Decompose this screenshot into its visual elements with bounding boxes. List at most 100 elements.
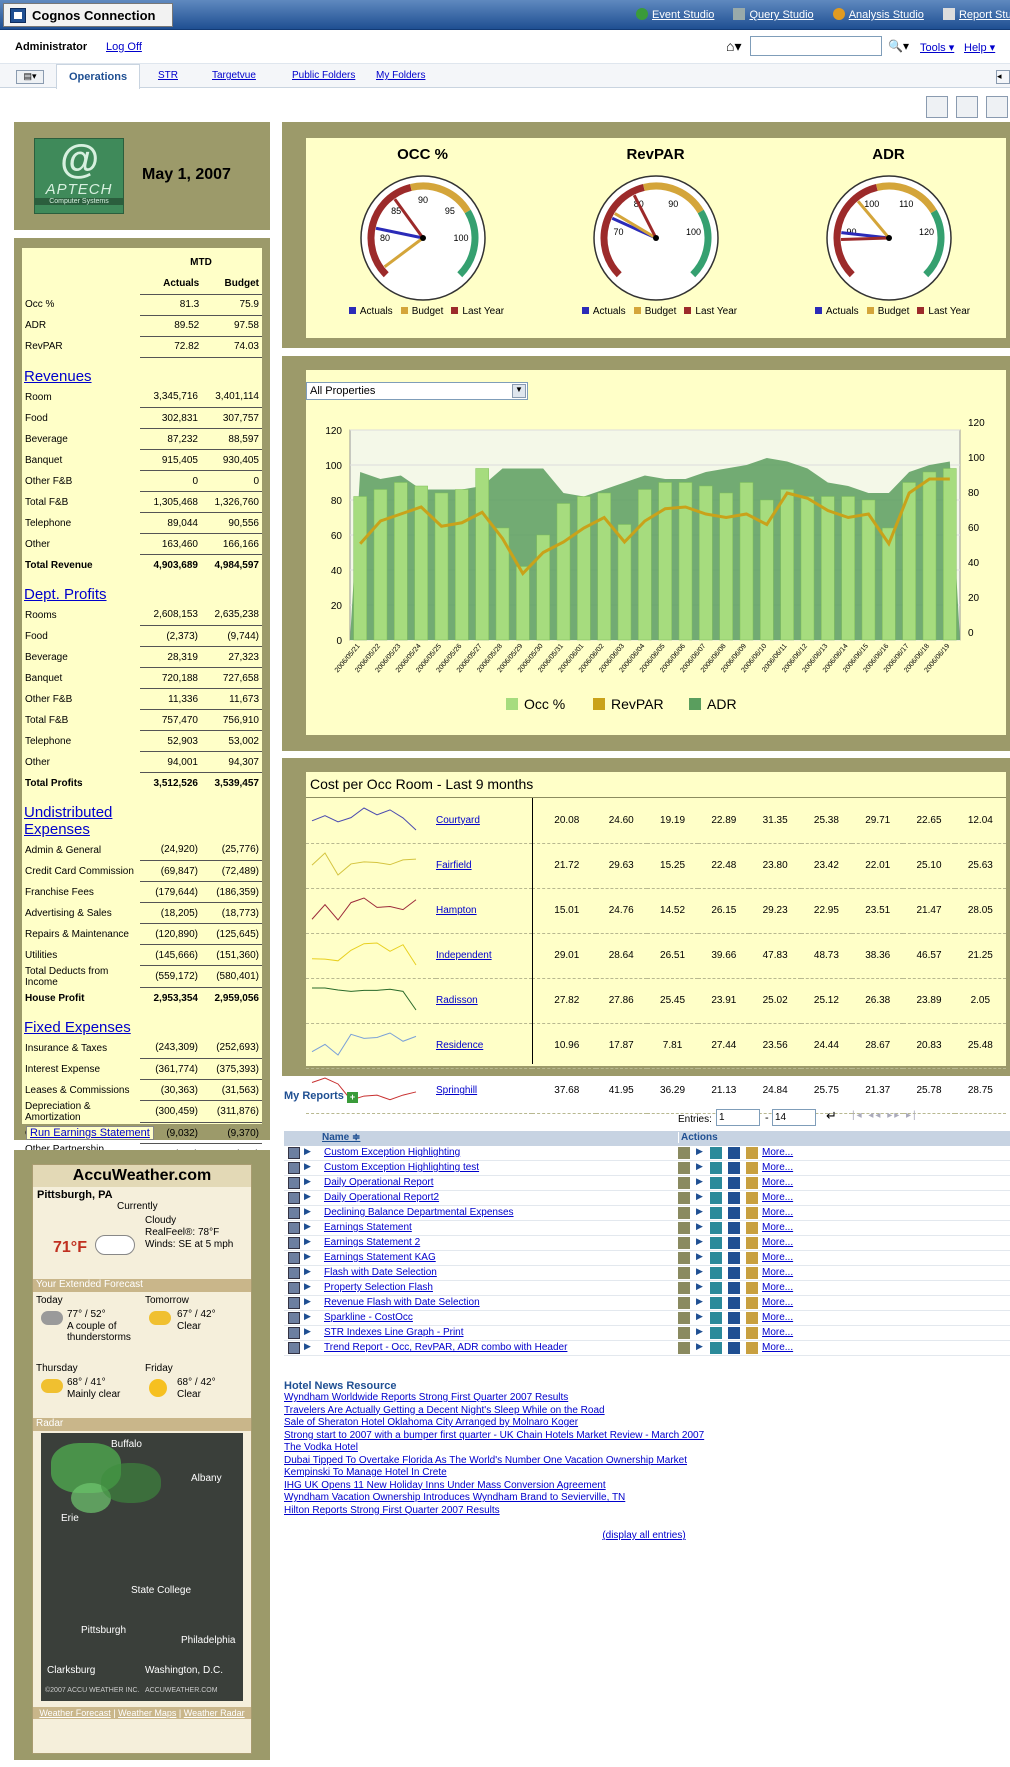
more-icon[interactable] xyxy=(746,1192,758,1204)
more-icon[interactable] xyxy=(746,1147,758,1159)
run-with-options-icon[interactable]: ▶ xyxy=(696,1296,703,1307)
report-studio-icon[interactable] xyxy=(710,1282,722,1294)
more-link[interactable]: More... xyxy=(762,1312,793,1323)
report-studio-icon[interactable] xyxy=(710,1177,722,1189)
name-column-header[interactable]: Name ≑ xyxy=(322,1132,360,1143)
pager-icons[interactable]: |◂ ◂◂ ▸▸ ▸| xyxy=(852,1110,1010,1126)
properties-icon[interactable] xyxy=(678,1297,690,1309)
tab-public-folders[interactable]: Public Folders xyxy=(292,70,355,81)
report-link[interactable]: Trend Report - Occ, RevPAR, ADR combo wi… xyxy=(324,1342,567,1353)
run-icon[interactable]: ▶ xyxy=(304,1311,311,1322)
scroll-left-icon[interactable]: ◂ xyxy=(996,70,1010,84)
report-link[interactable]: Sparkline - CostOcc xyxy=(324,1312,413,1323)
run-with-options-icon[interactable]: ▶ xyxy=(696,1161,703,1172)
more-link[interactable]: More... xyxy=(762,1162,793,1173)
report-link[interactable]: Daily Operational Report xyxy=(324,1177,434,1188)
query-studio-icon[interactable] xyxy=(728,1327,740,1339)
property-link[interactable]: Residence xyxy=(436,1040,483,1051)
properties-icon[interactable] xyxy=(678,1312,690,1324)
weather-maps-link[interactable]: Weather Maps xyxy=(118,1708,176,1718)
run-earnings-link[interactable]: Run Earnings Statement xyxy=(26,1126,154,1140)
property-select[interactable]: All Properties ▼ xyxy=(306,382,528,400)
report-studio-icon[interactable] xyxy=(710,1327,722,1339)
more-link[interactable]: More... xyxy=(762,1327,793,1338)
news-link[interactable]: Strong start to 2007 with a bumper first… xyxy=(284,1430,1004,1443)
more-icon[interactable] xyxy=(746,1312,758,1324)
run-with-options-icon[interactable]: ▶ xyxy=(696,1146,703,1157)
properties-icon[interactable] xyxy=(678,1162,690,1174)
report-link[interactable]: Daily Operational Report2 xyxy=(324,1192,439,1203)
run-with-options-icon[interactable]: ▶ xyxy=(696,1176,703,1187)
report-link[interactable]: Declining Balance Departmental Expenses xyxy=(324,1207,514,1218)
properties-icon[interactable] xyxy=(678,1327,690,1339)
run-icon[interactable]: ▶ xyxy=(304,1221,311,1232)
report-link[interactable]: Flash with Date Selection xyxy=(324,1267,437,1278)
properties-icon[interactable] xyxy=(678,1207,690,1219)
report-studio-icon[interactable] xyxy=(710,1312,722,1324)
more-icon[interactable] xyxy=(746,1282,758,1294)
report-link[interactable]: Earnings Statement xyxy=(324,1222,412,1233)
report-studio-icon[interactable] xyxy=(710,1222,722,1234)
run-with-options-icon[interactable]: ▶ xyxy=(696,1221,703,1232)
query-studio-link[interactable]: Query Studio xyxy=(733,8,814,21)
properties-icon[interactable] xyxy=(678,1177,690,1189)
undistributed-heading[interactable]: Undistributed Expenses xyxy=(22,794,142,840)
property-link[interactable]: Fairfield xyxy=(436,860,472,871)
add-icon[interactable]: + xyxy=(346,1092,358,1103)
report-link[interactable]: Custom Exception Highlighting test xyxy=(324,1162,479,1173)
layout-icon[interactable] xyxy=(986,96,1008,118)
property-link[interactable]: Radisson xyxy=(436,995,478,1006)
query-studio-icon[interactable] xyxy=(728,1207,740,1219)
refresh-icon[interactable] xyxy=(926,96,948,118)
report-link[interactable]: Revenue Flash with Date Selection xyxy=(324,1297,480,1308)
logoff-link[interactable]: Log Off xyxy=(106,41,142,53)
more-link[interactable]: More... xyxy=(762,1237,793,1248)
properties-icon[interactable] xyxy=(678,1222,690,1234)
run-icon[interactable]: ▶ xyxy=(304,1146,311,1157)
report-studio-icon[interactable] xyxy=(710,1237,722,1249)
radar-map[interactable]: Buffalo Albany Erie State College Pittsb… xyxy=(41,1433,243,1701)
news-link[interactable]: Kempinski To Manage Hotel In Crete xyxy=(284,1467,1004,1480)
more-icon[interactable] xyxy=(746,1237,758,1249)
more-link[interactable]: More... xyxy=(762,1192,793,1203)
more-link[interactable]: More... xyxy=(762,1207,793,1218)
run-with-options-icon[interactable]: ▶ xyxy=(696,1341,703,1352)
property-link[interactable]: Springhill xyxy=(436,1085,477,1096)
query-studio-icon[interactable] xyxy=(728,1267,740,1279)
entries-from-input[interactable] xyxy=(716,1109,760,1126)
event-studio-link[interactable]: Event Studio xyxy=(636,8,714,21)
more-link[interactable]: More... xyxy=(762,1252,793,1263)
edit-page-icon[interactable] xyxy=(956,96,978,118)
run-icon[interactable]: ▶ xyxy=(304,1191,311,1202)
more-link[interactable]: More... xyxy=(762,1147,793,1158)
report-studio-icon[interactable] xyxy=(710,1342,722,1354)
run-icon[interactable]: ▶ xyxy=(304,1296,311,1307)
more-icon[interactable] xyxy=(746,1297,758,1309)
go-icon[interactable]: ↵ xyxy=(826,1108,837,1124)
more-icon[interactable] xyxy=(746,1327,758,1339)
report-link[interactable]: Earnings Statement KAG xyxy=(324,1252,436,1263)
run-icon[interactable]: ▶ xyxy=(304,1236,311,1247)
query-studio-icon[interactable] xyxy=(728,1147,740,1159)
search-icon[interactable]: 🔍▾ xyxy=(888,39,909,53)
report-studio-icon[interactable] xyxy=(710,1207,722,1219)
query-studio-icon[interactable] xyxy=(728,1192,740,1204)
properties-icon[interactable] xyxy=(678,1252,690,1264)
run-icon[interactable]: ▶ xyxy=(304,1341,311,1352)
report-studio-icon[interactable] xyxy=(710,1162,722,1174)
properties-icon[interactable] xyxy=(678,1342,690,1354)
accuweather-brand[interactable]: AccuWeather.com xyxy=(33,1165,251,1187)
property-link[interactable]: Hampton xyxy=(436,905,477,916)
fixed-expenses-heading[interactable]: Fixed Expenses xyxy=(22,1009,262,1038)
revenues-heading[interactable]: Revenues xyxy=(22,358,262,387)
more-icon[interactable] xyxy=(746,1252,758,1264)
more-icon[interactable] xyxy=(746,1177,758,1189)
run-icon[interactable]: ▶ xyxy=(304,1266,311,1277)
tab-targetvue[interactable]: Targetvue xyxy=(212,70,256,81)
run-with-options-icon[interactable]: ▶ xyxy=(696,1326,703,1337)
news-link[interactable]: The Vodka Hotel xyxy=(284,1442,1004,1455)
run-icon[interactable]: ▶ xyxy=(304,1176,311,1187)
property-link[interactable]: Courtyard xyxy=(436,815,480,826)
query-studio-icon[interactable] xyxy=(728,1162,740,1174)
run-icon[interactable]: ▶ xyxy=(304,1326,311,1337)
